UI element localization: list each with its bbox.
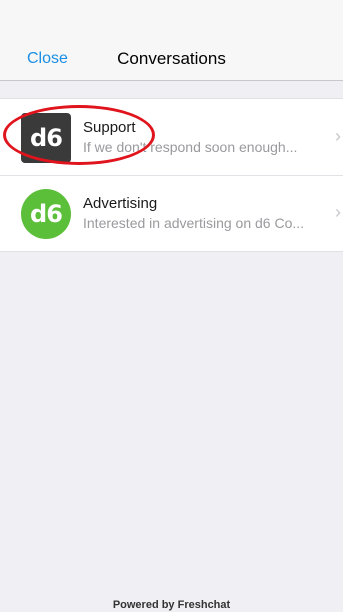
- avatar-logo-text: d6: [30, 200, 63, 228]
- conversation-list: d6 Support If we don't respond soon enou…: [0, 98, 343, 252]
- support-avatar: d6: [21, 113, 71, 163]
- conversation-preview: If we don't respond soon enough...: [83, 139, 298, 155]
- chevron-right-icon: ›: [335, 202, 341, 222]
- conversation-row-support[interactable]: d6 Support If we don't respond soon enou…: [0, 99, 343, 175]
- navigation-bar: Close Conversations: [0, 20, 343, 81]
- page-title: Conversations: [117, 49, 226, 68]
- conversation-row-advertising[interactable]: d6 Advertising Interested in advertising…: [0, 175, 343, 251]
- conversation-preview: Interested in advertising on d6 Co...: [83, 215, 305, 231]
- conversation-title: Support: [83, 119, 136, 136]
- conversation-title: Advertising: [83, 195, 158, 212]
- avatar-logo-text: d6: [30, 124, 63, 152]
- status-bar: [0, 0, 343, 20]
- chevron-right-icon: ›: [335, 126, 341, 146]
- powered-by-footer: Powered by Freshchat: [112, 599, 231, 611]
- advertising-avatar: d6: [21, 189, 71, 239]
